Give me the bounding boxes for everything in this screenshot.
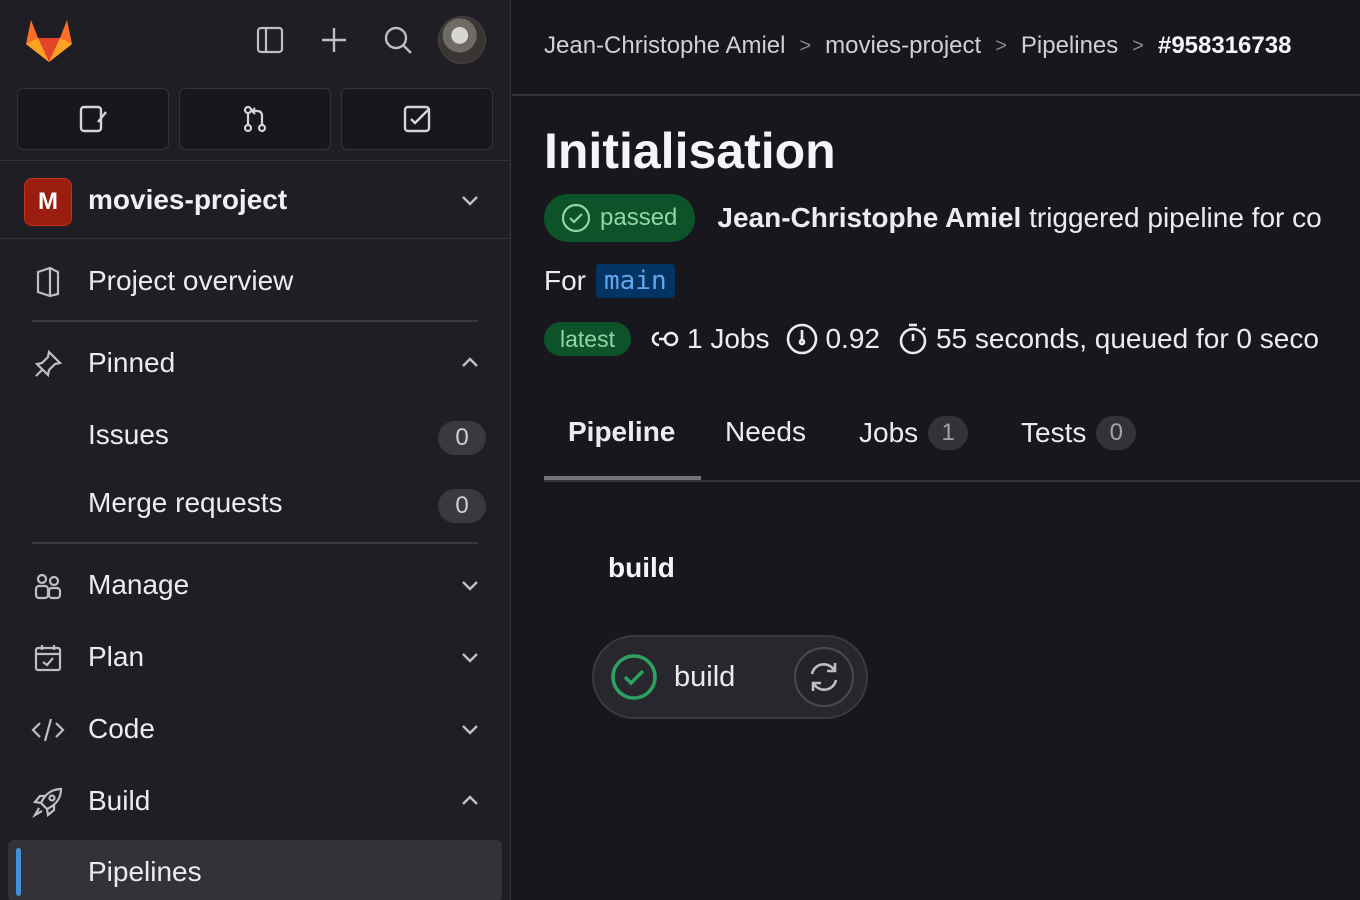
coverage: 0.92 bbox=[785, 322, 880, 356]
chevron-right-icon: > bbox=[1132, 34, 1144, 57]
sidebar-item-issues[interactable]: Issues 0 bbox=[0, 405, 511, 465]
timer-icon bbox=[899, 323, 927, 355]
todo-issues-button[interactable] bbox=[17, 88, 169, 150]
project-icon bbox=[28, 265, 68, 299]
active-indicator bbox=[16, 848, 21, 896]
jobs-tab-count: 1 bbox=[928, 416, 969, 450]
sidebar-item-merge-requests[interactable]: Merge requests 0 bbox=[0, 473, 511, 533]
stage-title: build bbox=[608, 552, 675, 583]
thumbtack-icon bbox=[28, 347, 68, 381]
branch-row: For main bbox=[544, 264, 675, 298]
chevron-right-icon: > bbox=[799, 34, 812, 57]
sidebar-section-build[interactable]: Build bbox=[0, 771, 511, 831]
divider bbox=[32, 542, 478, 544]
merge-request-icon bbox=[243, 105, 267, 133]
sidebar-section-code[interactable]: Code bbox=[0, 699, 511, 759]
sidebar-item-label: Merge requests bbox=[88, 487, 283, 518]
issues-count-badge: 0 bbox=[438, 421, 486, 455]
breadcrumb-user[interactable]: Jean-Christophe Amiel bbox=[544, 32, 785, 60]
project-name: movies-project bbox=[88, 184, 288, 215]
sidebar-item-label: Code bbox=[88, 713, 155, 744]
tab-jobs[interactable]: Jobs 1 bbox=[859, 416, 969, 450]
tab-tests[interactable]: Tests 0 bbox=[1021, 416, 1137, 450]
divider bbox=[0, 238, 511, 239]
merge-requests-count-badge: 0 bbox=[438, 489, 486, 523]
todos-button[interactable] bbox=[341, 88, 493, 150]
breadcrumb-pipeline-id[interactable]: #958316738 bbox=[1158, 32, 1291, 60]
latest-badge: latest bbox=[544, 322, 631, 356]
chevron-down-icon bbox=[462, 196, 478, 206]
chevron-up-icon bbox=[462, 795, 478, 805]
trigger-text: Jean-Christophe Amiel triggered pipeline… bbox=[717, 202, 1321, 234]
status-label: passed bbox=[600, 204, 678, 231]
project-avatar: M bbox=[24, 178, 72, 226]
retry-job-button[interactable] bbox=[794, 647, 854, 707]
chevron-down-icon bbox=[462, 725, 478, 735]
issues-icon bbox=[79, 105, 107, 133]
status-success-icon bbox=[611, 654, 657, 700]
tests-tab-count: 0 bbox=[1096, 416, 1137, 450]
pipeline-icon bbox=[651, 331, 679, 347]
pipeline-status-row: passed Jean-Christophe Amiel triggered p… bbox=[544, 194, 1322, 242]
toggle-sidebar-icon[interactable] bbox=[252, 20, 288, 60]
chevron-down-icon bbox=[462, 581, 478, 591]
retry-icon bbox=[810, 663, 838, 691]
tab-pipeline[interactable]: Pipeline bbox=[568, 416, 675, 448]
sidebar-item-label: Pinned bbox=[88, 347, 176, 378]
sidebar-item-pipelines[interactable] bbox=[8, 840, 502, 900]
merge-requests-button[interactable] bbox=[179, 88, 331, 150]
user-avatar[interactable] bbox=[438, 16, 486, 64]
code-icon bbox=[28, 713, 68, 747]
search-icon[interactable] bbox=[380, 20, 416, 60]
sidebar-section-plan[interactable]: Plan bbox=[0, 627, 511, 687]
duration: 55 seconds, queued for 0 seco bbox=[896, 322, 1319, 356]
pipeline-tabs: Pipeline Needs Jobs 1 Tests 0 bbox=[544, 400, 1360, 482]
sidebar-item-label: Manage bbox=[88, 569, 190, 600]
chevron-right-icon: > bbox=[995, 34, 1007, 57]
tab-needs[interactable]: Needs bbox=[725, 416, 806, 448]
gitlab-logo-icon[interactable] bbox=[22, 14, 76, 64]
sidebar-top-bar bbox=[0, 0, 511, 84]
divider bbox=[0, 160, 511, 161]
branch-link[interactable]: main bbox=[596, 264, 675, 298]
divider bbox=[32, 320, 478, 322]
sidebar-section-pinned[interactable]: Pinned bbox=[0, 333, 511, 393]
status-success-icon bbox=[561, 203, 591, 233]
sidebar-item-label: Project overview bbox=[88, 265, 294, 296]
for-label: For bbox=[544, 265, 586, 296]
pipeline-meta-row: latest 1 Jobs 0.92 55 seconds, queued fo… bbox=[544, 322, 1319, 356]
job-item[interactable]: build bbox=[592, 635, 868, 719]
dashboard-icon bbox=[787, 323, 818, 355]
header-divider bbox=[512, 94, 1360, 96]
plus-icon[interactable] bbox=[316, 20, 352, 60]
status-badge[interactable]: passed bbox=[544, 194, 696, 242]
author-link[interactable]: Jean-Christophe Amiel bbox=[717, 202, 1021, 233]
sidebar-section-manage[interactable]: Manage bbox=[0, 555, 511, 615]
calendar-icon bbox=[28, 641, 68, 675]
main-content: Jean-Christophe Amiel > movies-project >… bbox=[512, 0, 1360, 900]
job-name: build bbox=[674, 661, 736, 693]
jobs-count: 1 Jobs bbox=[647, 323, 769, 355]
sidebar: M movies-project Project overview Pinned… bbox=[0, 0, 511, 900]
sidebar-item-project-overview[interactable]: Project overview bbox=[0, 251, 511, 311]
trigger-description: triggered pipeline for co bbox=[1021, 202, 1322, 233]
breadcrumb-pipelines[interactable]: Pipelines bbox=[1021, 32, 1118, 60]
breadcrumb-project[interactable]: movies-project bbox=[825, 32, 981, 60]
chevron-up-icon bbox=[462, 357, 478, 367]
sidebar-item-label: Pipelines bbox=[88, 856, 202, 887]
users-icon bbox=[28, 569, 68, 603]
sidebar-item-label: Build bbox=[88, 785, 151, 816]
sidebar-item-label: Plan bbox=[88, 641, 145, 672]
active-tab-indicator bbox=[544, 476, 701, 480]
sidebar-item-label: Issues bbox=[88, 419, 169, 450]
project-switcher[interactable]: M movies-project bbox=[0, 162, 511, 240]
rocket-icon bbox=[28, 785, 68, 819]
todo-check-icon bbox=[403, 105, 431, 133]
page-title: Initialisation bbox=[544, 123, 836, 179]
chevron-down-icon bbox=[462, 653, 478, 663]
breadcrumb: Jean-Christophe Amiel > movies-project >… bbox=[544, 32, 1291, 60]
